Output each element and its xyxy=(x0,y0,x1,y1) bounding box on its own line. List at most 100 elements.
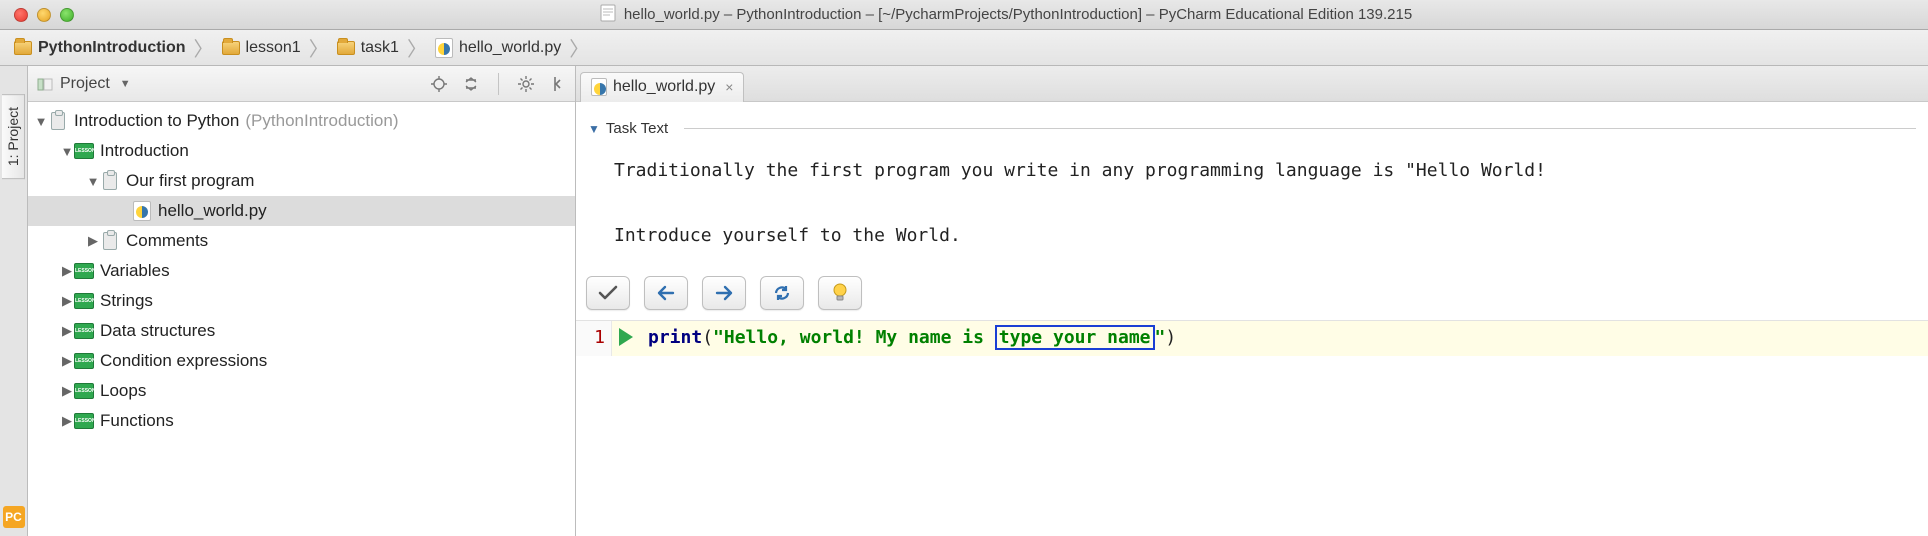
refresh-task-button[interactable] xyxy=(760,276,804,310)
expand-toggle-icon[interactable] xyxy=(86,233,100,249)
expand-toggle-icon[interactable] xyxy=(60,144,74,159)
check-task-button[interactable] xyxy=(586,276,630,310)
lesson-icon xyxy=(74,383,94,399)
tree-row-task-first-program[interactable]: Our first program xyxy=(28,166,575,196)
expand-toggle-icon[interactable] xyxy=(60,383,74,399)
close-tab-icon[interactable]: × xyxy=(725,79,733,95)
tree-label: Strings xyxy=(100,291,153,311)
tree-row-lesson[interactable]: Condition expressions xyxy=(28,346,575,376)
lesson-icon xyxy=(74,293,94,309)
expand-toggle-icon[interactable] xyxy=(60,323,74,339)
breadcrumb-label: hello_world.py xyxy=(459,39,561,57)
answer-placeholder[interactable]: type your name xyxy=(995,325,1155,350)
code-keyword: print xyxy=(648,327,702,348)
tree-row-task-comments[interactable]: Comments xyxy=(28,226,575,256)
hide-panel-icon[interactable] xyxy=(549,75,567,93)
expand-toggle-icon[interactable] xyxy=(86,174,100,189)
close-window-button[interactable] xyxy=(14,8,28,22)
lesson-icon xyxy=(74,263,94,279)
lesson-icon xyxy=(74,143,94,159)
project-view-icon xyxy=(36,75,54,93)
file-icon xyxy=(600,4,616,26)
project-panel-title-text: Project xyxy=(60,75,110,93)
refresh-icon xyxy=(771,283,793,303)
window-controls xyxy=(0,8,74,22)
expand-toggle-icon[interactable] xyxy=(34,114,48,129)
gear-icon[interactable] xyxy=(517,75,535,93)
expand-toggle-icon[interactable] xyxy=(60,353,74,369)
code-open-paren: ( xyxy=(702,327,713,348)
tree-row-lesson[interactable]: Variables xyxy=(28,256,575,286)
locate-icon[interactable] xyxy=(430,75,448,93)
tree-label: Introduction xyxy=(100,141,189,161)
tree-label: hello_world.py xyxy=(158,201,267,221)
minimize-window-button[interactable] xyxy=(37,8,51,22)
tree-label: Loops xyxy=(100,381,146,401)
zoom-window-button[interactable] xyxy=(60,8,74,22)
editor-area: hello_world.py × ▼ Task Text Traditional… xyxy=(576,66,1928,536)
check-icon xyxy=(597,283,619,303)
tree-row-lesson[interactable]: Loops xyxy=(28,376,575,406)
run-line-icon[interactable] xyxy=(619,328,633,346)
code-line[interactable]: print("Hello, world! My name is type you… xyxy=(640,321,1928,356)
task-icon xyxy=(103,172,117,190)
tool-window-label: 1: Project xyxy=(5,107,21,166)
left-tool-rail: 1: Project PC xyxy=(0,66,28,536)
code-string: " xyxy=(1155,327,1166,348)
tree-row-lesson-introduction[interactable]: Introduction xyxy=(28,136,575,166)
tree-row-file-hello-world[interactable]: hello_world.py xyxy=(28,196,575,226)
task-line: Introduce yourself to the World. xyxy=(614,225,961,246)
tree-label: Introduction to Python xyxy=(74,111,239,131)
run-gutter[interactable] xyxy=(612,321,640,356)
window-title: hello_world.py – PythonIntroduction – [~… xyxy=(84,4,1928,26)
task-toolbar xyxy=(576,262,1928,320)
arrow-right-icon xyxy=(713,283,735,303)
lesson-icon xyxy=(74,413,94,429)
task-text-title: Task Text xyxy=(606,120,668,137)
course-icon xyxy=(51,112,65,130)
python-file-icon xyxy=(591,78,607,96)
titlebar: hello_world.py – PythonIntroduction – [~… xyxy=(0,0,1928,30)
hint-button[interactable] xyxy=(818,276,862,310)
breadcrumb-separator: 〉 xyxy=(192,33,216,62)
project-panel-title[interactable]: Project ▼ xyxy=(36,75,131,93)
divider xyxy=(684,128,1916,129)
breadcrumb-label: task1 xyxy=(361,39,399,57)
next-task-button[interactable] xyxy=(702,276,746,310)
tree-row-root[interactable]: Introduction to Python (PythonIntroducti… xyxy=(28,106,575,136)
code-string: "Hello, world! My name is xyxy=(713,327,995,348)
project-tree[interactable]: Introduction to Python (PythonIntroducti… xyxy=(28,102,575,536)
folder-icon xyxy=(14,41,32,55)
window-title-text: hello_world.py – PythonIntroduction – [~… xyxy=(624,6,1412,23)
expand-toggle-icon[interactable] xyxy=(60,413,74,429)
tree-row-lesson[interactable]: Strings xyxy=(28,286,575,316)
editor-tab-label: hello_world.py xyxy=(613,78,715,96)
expand-toggle-icon[interactable] xyxy=(60,293,74,309)
tree-row-lesson[interactable]: Data structures xyxy=(28,316,575,346)
chevron-down-icon: ▼ xyxy=(120,78,131,90)
task-text-panel: ▼ Task Text Traditionally the first prog… xyxy=(576,102,1928,262)
breadcrumb-item-file[interactable]: hello_world.py xyxy=(429,38,567,58)
breadcrumb-separator: 〉 xyxy=(307,33,331,62)
tool-window-tab-project[interactable]: 1: Project xyxy=(2,94,25,179)
code-editor[interactable]: 1 print("Hello, world! My name is type y… xyxy=(576,320,1928,356)
project-panel-header: Project ▼ xyxy=(28,66,575,102)
line-number-gutter: 1 xyxy=(576,321,612,356)
breadcrumb-item-task[interactable]: task1 xyxy=(331,39,405,57)
breadcrumb-label: lesson1 xyxy=(246,39,301,57)
editor-tab-hello-world[interactable]: hello_world.py × xyxy=(580,72,744,102)
collapse-all-icon[interactable] xyxy=(462,75,480,93)
task-text-header[interactable]: ▼ Task Text xyxy=(588,120,1916,137)
task-icon xyxy=(103,232,117,250)
breadcrumb-item-lesson[interactable]: lesson1 xyxy=(216,39,307,57)
tree-qualifier: (PythonIntroduction) xyxy=(245,111,398,131)
line-number: 1 xyxy=(594,327,605,348)
expand-toggle-icon[interactable] xyxy=(60,263,74,279)
breadcrumb-item-project[interactable]: PythonIntroduction xyxy=(8,39,192,57)
tree-row-lesson[interactable]: Functions xyxy=(28,406,575,436)
project-panel-toolbar xyxy=(430,73,567,95)
disclosure-triangle-icon[interactable]: ▼ xyxy=(588,122,600,136)
prev-task-button[interactable] xyxy=(644,276,688,310)
python-file-icon xyxy=(133,201,151,221)
task-line: Traditionally the first program you writ… xyxy=(614,160,1546,181)
